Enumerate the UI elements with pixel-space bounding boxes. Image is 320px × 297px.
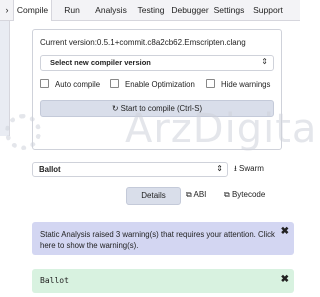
current-version-text: Current version:0.5.1+commit.c8a2cb62.Em… bbox=[40, 38, 246, 47]
enable-optimization-option[interactable]: Enable Optimization bbox=[110, 79, 195, 91]
tab-debugger[interactable]: Debugger bbox=[170, 0, 210, 20]
compile-success-alert: Ballot ✖ bbox=[32, 269, 294, 293]
hide-warnings-option[interactable]: Hide warnings bbox=[206, 79, 270, 91]
bytecode-label: Bytecode bbox=[231, 190, 266, 199]
top-tab-bar: › Compile Run Analysis Testing Debugger … bbox=[0, 0, 300, 21]
close-icon[interactable]: ✖ bbox=[281, 274, 289, 285]
hide-warnings-label: Hide warnings bbox=[221, 80, 271, 89]
success-text: Ballot bbox=[40, 276, 69, 285]
tab-settings[interactable]: Settings bbox=[213, 0, 245, 20]
tab-compile[interactable]: Compile bbox=[13, 0, 52, 21]
select-caret-icon: ⇕ bbox=[261, 57, 268, 66]
details-button[interactable]: Details bbox=[126, 187, 181, 205]
tab-analysis[interactable]: Analysis bbox=[92, 0, 130, 20]
watermark-logo-icon bbox=[5, 114, 41, 150]
contract-row: Ballot ⇕ ⭳ Swarm bbox=[32, 162, 280, 177]
contract-select-value: Ballot bbox=[39, 165, 61, 174]
compiler-options: Auto compile Enable Optimization Hide wa… bbox=[40, 79, 272, 93]
watermark-text: ArzDigital bbox=[125, 106, 320, 152]
abi-button[interactable]: ⧉ ABI bbox=[186, 190, 206, 200]
abi-label: ABI bbox=[193, 190, 207, 199]
auto-compile-checkbox[interactable] bbox=[40, 79, 49, 88]
watermark: ArzDigital bbox=[5, 106, 320, 161]
copy-icon: ⧉ bbox=[186, 190, 192, 199]
copy-icon: ⧉ bbox=[224, 190, 230, 199]
enable-optimization-checkbox[interactable] bbox=[110, 79, 119, 88]
collapse-chevron-icon[interactable]: › bbox=[2, 0, 12, 20]
auto-compile-label: Auto compile bbox=[55, 80, 101, 89]
contract-actions: Details ⧉ ABI ⧉ Bytecode bbox=[126, 187, 282, 205]
tab-run[interactable]: Run bbox=[60, 0, 84, 20]
upload-icon: ⭳ bbox=[234, 164, 237, 173]
hide-warnings-checkbox[interactable] bbox=[206, 79, 215, 88]
swarm-button[interactable]: ⭳ Swarm bbox=[234, 163, 264, 177]
tab-testing[interactable]: Testing bbox=[135, 0, 167, 20]
auto-compile-option[interactable]: Auto compile bbox=[40, 79, 100, 91]
compiler-version-select-label: Select new compiler version bbox=[50, 58, 151, 67]
enable-optimization-label: Enable Optimization bbox=[125, 80, 195, 89]
tab-support[interactable]: Support bbox=[250, 0, 286, 20]
swarm-label: Swarm bbox=[239, 164, 264, 173]
static-analysis-warning[interactable]: Static Analysis raised 3 warning(s) that… bbox=[32, 222, 294, 255]
close-icon[interactable]: ✖ bbox=[281, 226, 289, 237]
contract-select[interactable]: Ballot ⇕ bbox=[32, 162, 228, 177]
compiler-version-select[interactable]: Select new compiler version ⇕ bbox=[40, 55, 274, 71]
bytecode-button[interactable]: ⧉ Bytecode bbox=[224, 190, 265, 200]
select-caret-icon: ⇕ bbox=[216, 164, 223, 173]
warning-text[interactable]: Static Analysis raised 3 warning(s) that… bbox=[40, 229, 276, 251]
